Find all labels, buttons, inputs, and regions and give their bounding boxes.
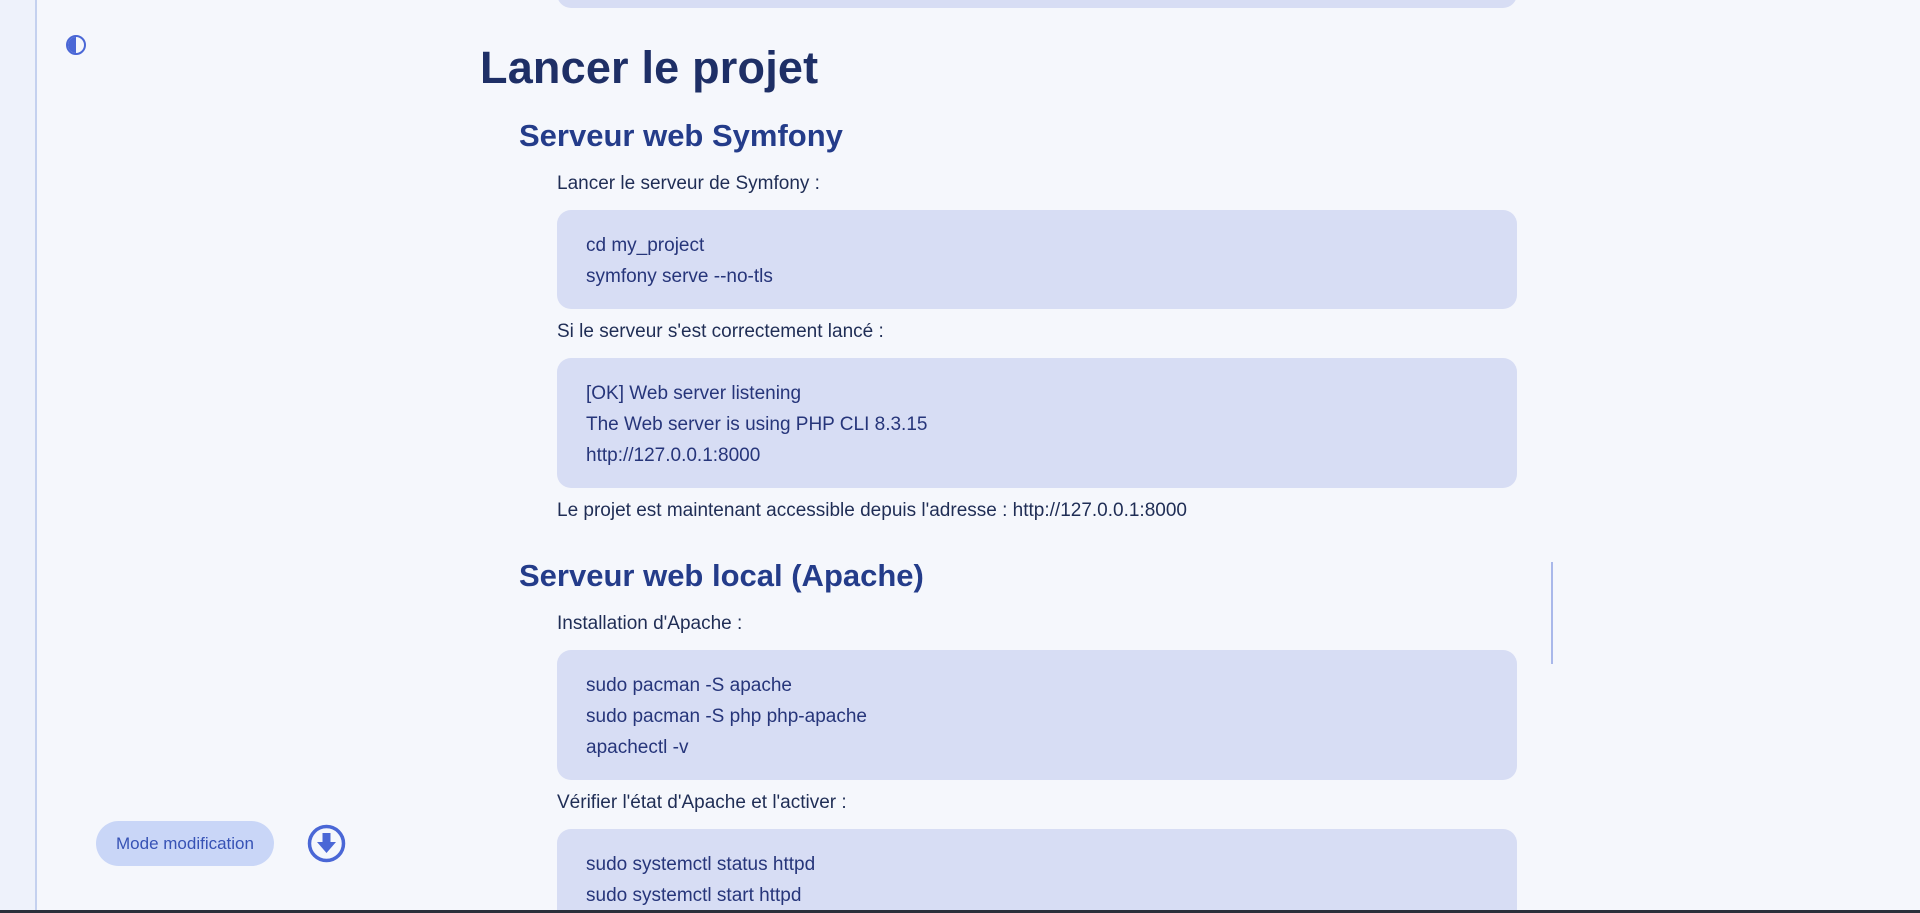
- code-line: apachectl -v: [586, 737, 689, 758]
- scroll-indicator[interactable]: [1551, 562, 1553, 664]
- code-line: sudo pacman -S php php-apache: [586, 706, 867, 727]
- code-line: sudo systemctl status httpd: [586, 854, 816, 875]
- code-line: http://127.0.0.1:8000: [586, 445, 761, 466]
- code-block-previous: [557, 0, 1517, 8]
- code-block[interactable]: cd my_project symfony serve --no-tls: [557, 210, 1517, 309]
- page-title: Lancer le projet: [480, 42, 819, 93]
- download-icon[interactable]: [307, 824, 346, 863]
- contrast-icon[interactable]: [66, 35, 86, 55]
- code-block[interactable]: sudo systemctl status httpd sudo systemc…: [557, 829, 1517, 913]
- page: Lancer le projet Serveur web Symfony Lan…: [0, 0, 1920, 913]
- code-line: The Web server is using PHP CLI 8.3.15: [586, 414, 928, 435]
- edit-mode-button[interactable]: Mode modification: [96, 821, 274, 866]
- code-block[interactable]: sudo pacman -S apache sudo pacman -S php…: [557, 650, 1517, 780]
- code-line: sudo pacman -S apache: [586, 675, 792, 696]
- code-block[interactable]: [OK] Web server listening The Web server…: [557, 358, 1517, 488]
- code-line: symfony serve --no-tls: [586, 266, 773, 287]
- section-text: Vérifier l'état d'Apache et l'activer :: [557, 792, 847, 813]
- code-line: cd my_project: [586, 235, 705, 256]
- section-text: Le projet est maintenant accessible depu…: [557, 500, 1187, 521]
- left-gutter: [0, 0, 37, 913]
- section-intro: Lancer le serveur de Symfony :: [557, 173, 820, 194]
- section-text: Si le serveur s'est correctement lancé :: [557, 321, 884, 342]
- section-heading-apache: Serveur web local (Apache): [519, 558, 924, 593]
- code-line: [OK] Web server listening: [586, 383, 802, 404]
- section-intro: Installation d'Apache :: [557, 613, 743, 634]
- section-heading-symfony: Serveur web Symfony: [519, 118, 843, 153]
- code-line: sudo systemctl start httpd: [586, 885, 802, 906]
